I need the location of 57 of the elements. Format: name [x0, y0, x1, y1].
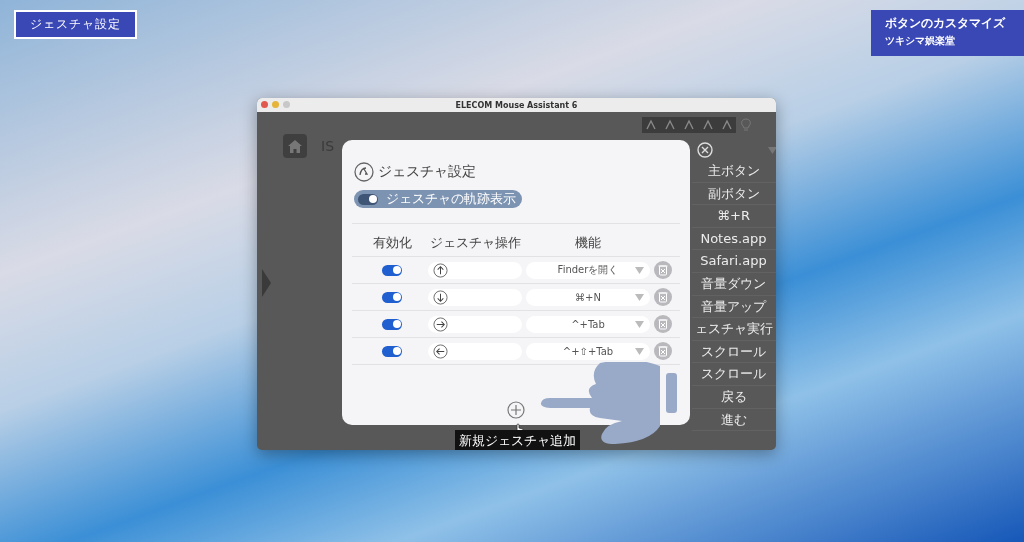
window-title: ELECOM Mouse Assistant 6 [455, 100, 578, 110]
close-icon[interactable] [696, 142, 713, 158]
function-dropdown[interactable]: Finderを開く [526, 261, 650, 279]
dropdown-caret-icon[interactable] [767, 146, 776, 154]
button-assignment-item[interactable]: スクロール [691, 340, 776, 364]
column-header: 機能 [574, 234, 602, 252]
toggle-switch[interactable] [358, 193, 378, 205]
home-icon [288, 139, 302, 153]
home-button[interactable] [283, 134, 307, 158]
button-assignment-item[interactable]: 副ボタン [691, 182, 776, 206]
banner-subtitle: ツキシマ娯楽堂 [885, 34, 956, 48]
gesture-field[interactable] [428, 261, 522, 279]
gesture-field[interactable] [428, 342, 522, 360]
button-assignment-item[interactable]: 主ボタン [691, 160, 776, 183]
gesture-field[interactable] [428, 288, 522, 306]
caret-icon [635, 347, 644, 355]
minimize-window-button[interactable] [272, 101, 279, 108]
toggle-switch[interactable] [382, 291, 402, 303]
delete-icon[interactable] [654, 288, 672, 306]
button-assignment-item[interactable]: 音量ダウン [691, 272, 776, 296]
toggle-switch[interactable] [382, 264, 402, 276]
column-header: ジェスチャ操作 [428, 234, 522, 252]
column-header: 有効化 [371, 234, 413, 252]
button-assignment-item[interactable]: 音量アップ [691, 295, 776, 319]
toolbar-icon[interactable] [663, 119, 678, 131]
delete-icon[interactable] [654, 342, 672, 360]
bulb-icon[interactable] [741, 118, 751, 132]
function-dropdown[interactable]: ⌘+N [526, 288, 650, 306]
button-assignment-item[interactable]: Notes.app [691, 227, 776, 251]
toolbar-icon[interactable] [682, 119, 696, 131]
banner-title: ボタンのカスタマイズ [885, 15, 1007, 32]
button-assignment-item[interactable]: 戻る [691, 385, 776, 409]
gesture-field[interactable] [428, 315, 522, 333]
delete-icon[interactable] [654, 261, 672, 279]
dialog-title: ジェスチャ設定 [378, 163, 476, 181]
button-assignment-item[interactable]: ⌘+R [691, 205, 776, 228]
delete-icon[interactable] [654, 315, 672, 333]
gesture-icon [354, 162, 374, 182]
function-dropdown[interactable]: ^+Tab [526, 315, 650, 333]
button-assignment-item[interactable]: Safari.app [691, 250, 776, 273]
close-window-button[interactable] [261, 101, 268, 108]
caret-icon [635, 266, 644, 274]
button-assignment-item[interactable]: 進む [691, 408, 776, 432]
caret-icon [635, 320, 644, 328]
button-assignment-item[interactable]: スクロール [691, 363, 776, 386]
section-label: ジェスチャ設定 [14, 10, 137, 39]
toggle-switch[interactable] [382, 318, 402, 330]
caret-icon [635, 293, 644, 301]
function-dropdown[interactable]: ^+⇧+Tab [526, 342, 650, 360]
add-icon[interactable] [507, 401, 525, 419]
expand-arrow-icon[interactable] [262, 269, 271, 297]
toggle-switch[interactable] [382, 345, 402, 357]
toolbar-icon[interactable] [719, 119, 734, 131]
tooltip: 新規ジェスチャ追加 [455, 430, 580, 450]
button-assignment-item[interactable]: ェスチャ実行 [691, 318, 776, 341]
toolbar-icon[interactable] [644, 119, 659, 131]
toolbar-icon[interactable] [700, 119, 715, 131]
